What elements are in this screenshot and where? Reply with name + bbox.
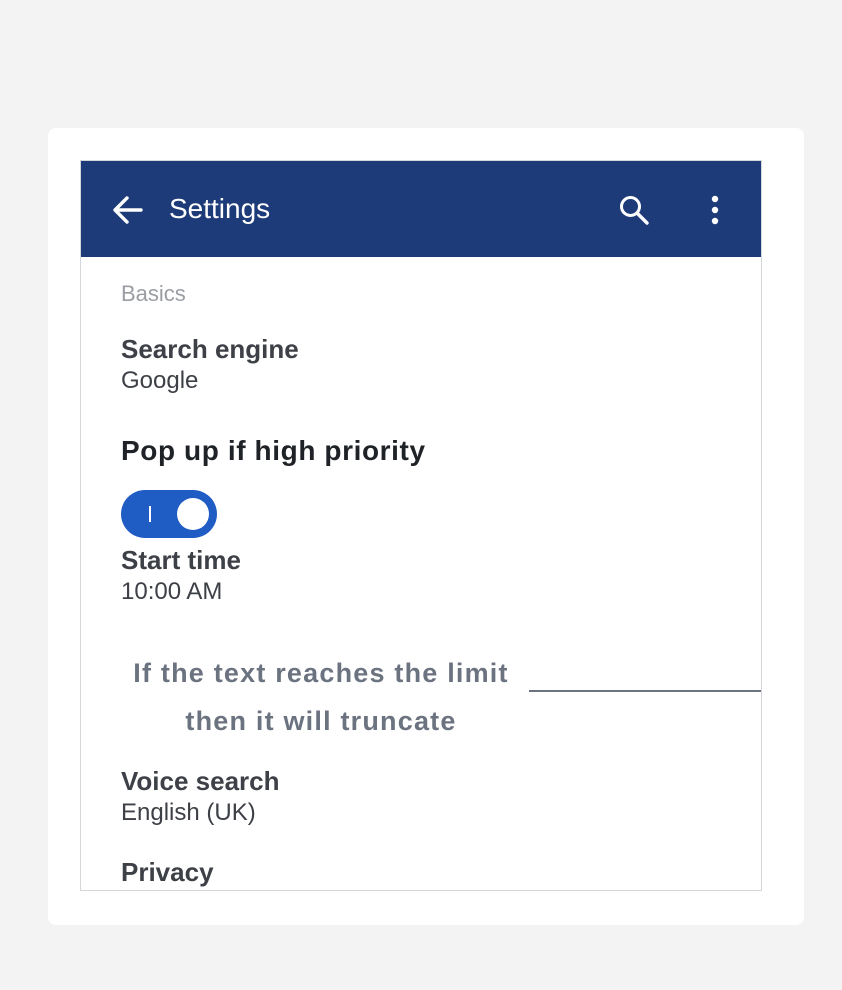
- truncate-text: If the text reaches the limit then it wi…: [121, 649, 521, 745]
- search-engine-title[interactable]: Search engine: [121, 333, 299, 365]
- start-time-title[interactable]: Start time: [121, 544, 241, 576]
- search-icon: [620, 196, 649, 225]
- back-button[interactable]: [107, 189, 149, 231]
- voice-search-value: English (UK): [121, 799, 256, 826]
- popup-priority-title: Pop up if high priority: [121, 435, 426, 466]
- toggle-on-mark: [149, 506, 151, 522]
- truncate-divider: [529, 690, 761, 692]
- voice-search-title[interactable]: Voice search: [121, 765, 280, 797]
- search-button[interactable]: [613, 189, 655, 231]
- popup-priority-toggle[interactable]: [121, 490, 217, 538]
- app-bar: Settings: [81, 161, 761, 257]
- truncate-line-2: then it will truncate: [185, 706, 457, 736]
- start-time-value: 10:00 AM: [121, 578, 223, 605]
- more-vert-icon: [711, 195, 719, 225]
- privacy-title[interactable]: Privacy: [121, 856, 214, 888]
- toggle-thumb: [177, 498, 209, 530]
- page-title: Settings: [169, 193, 271, 224]
- settings-screen: Settings Basics Search engine Google Pop…: [80, 160, 762, 891]
- arrow-back-icon: [113, 196, 143, 224]
- section-header-basics: Basics: [121, 281, 186, 306]
- truncate-line-1: If the text reaches the limit: [133, 658, 509, 688]
- search-engine-value: Google: [121, 367, 199, 394]
- more-options-button[interactable]: [695, 189, 735, 231]
